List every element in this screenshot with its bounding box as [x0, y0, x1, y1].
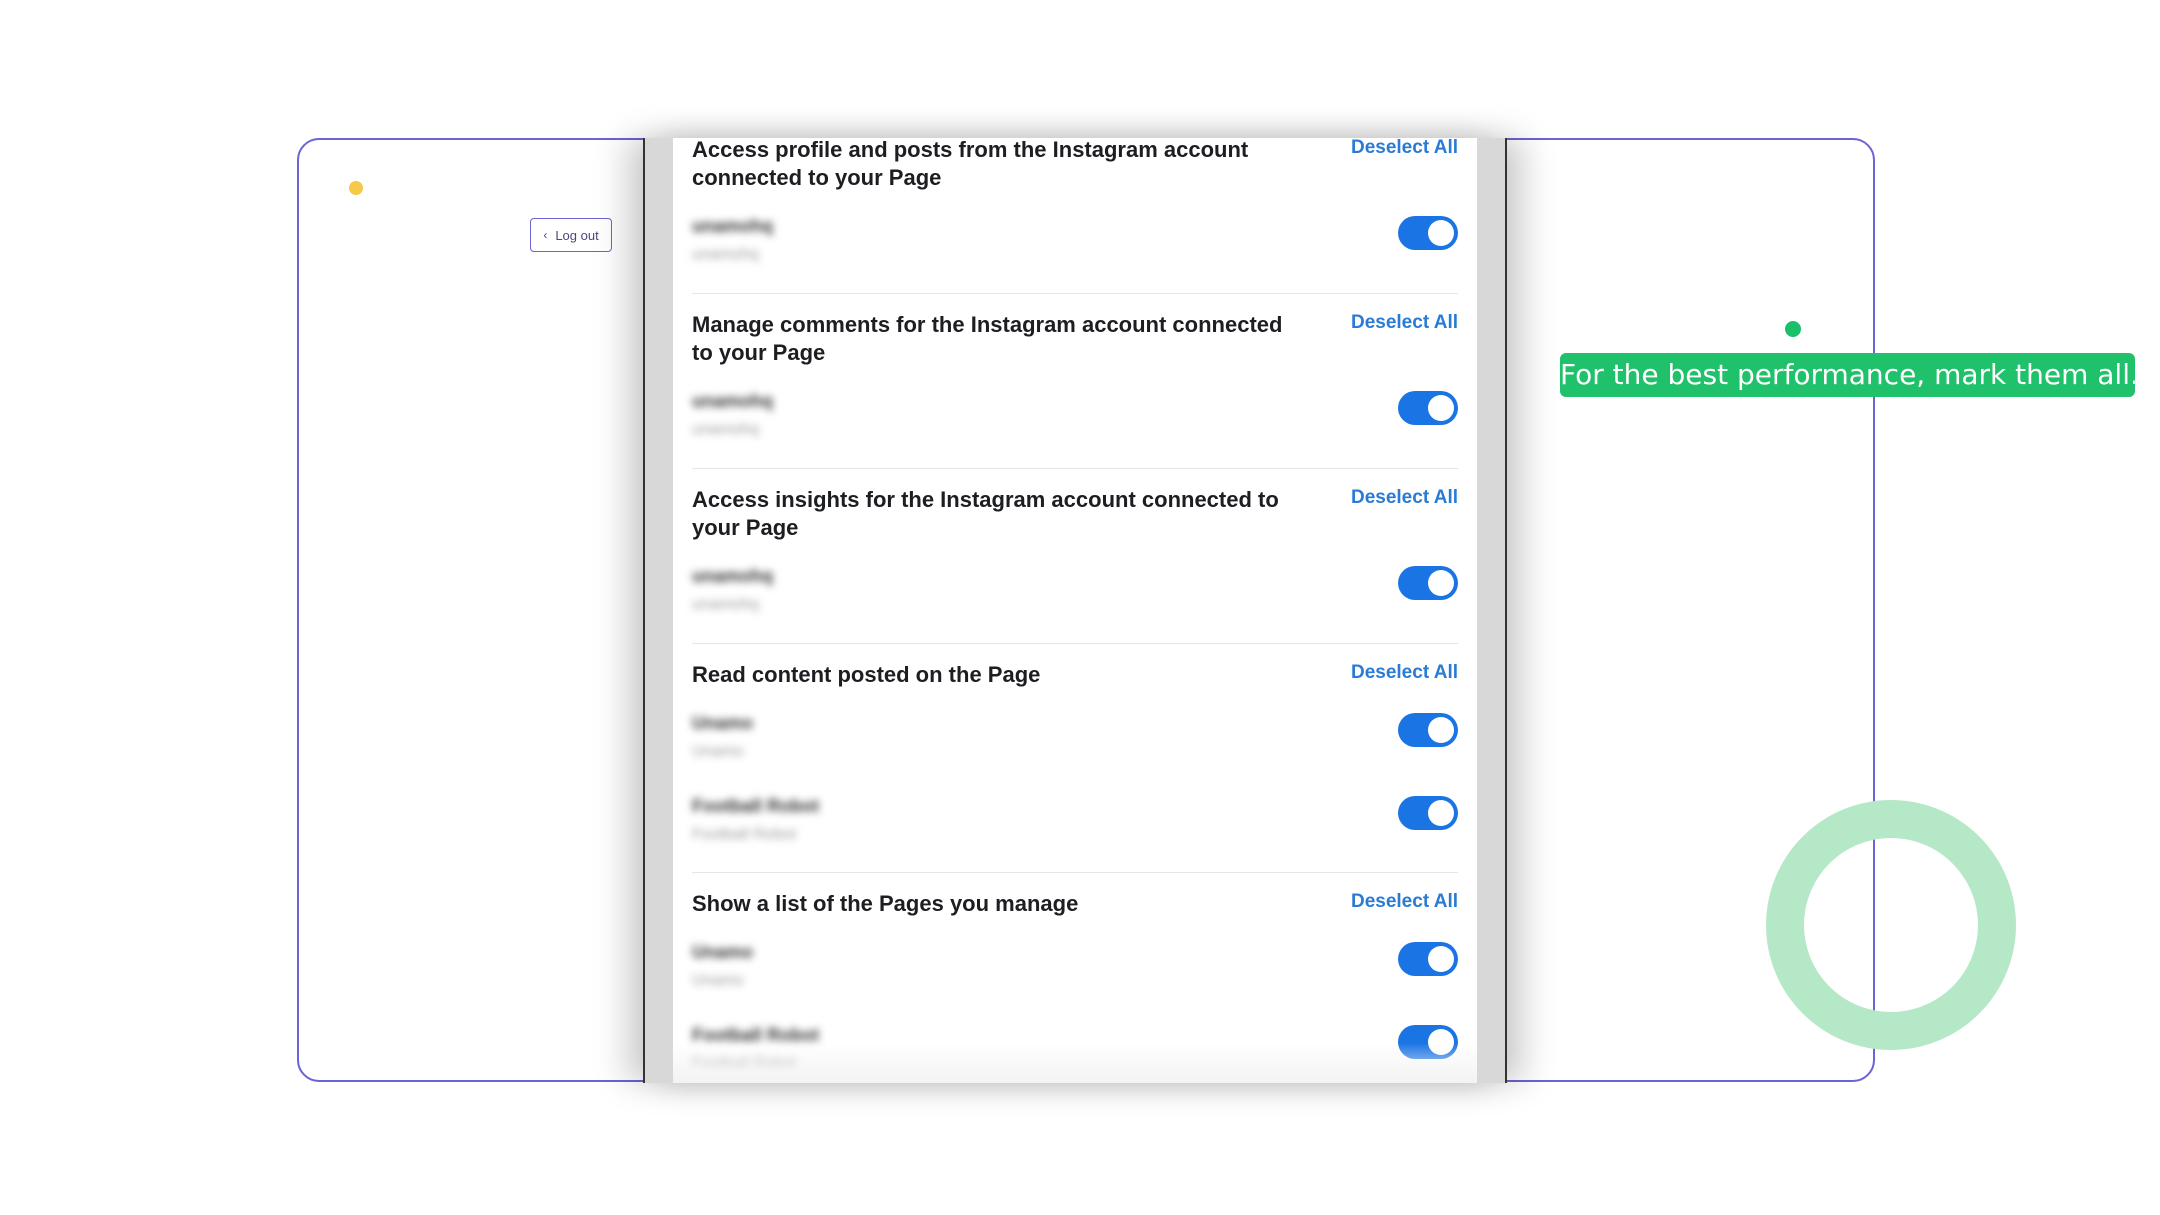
permission-item: unamohq unamohq	[692, 566, 1458, 626]
deselect-all-button[interactable]: Deselect All	[1351, 138, 1458, 160]
divider	[692, 468, 1458, 469]
toggle-knob	[1428, 570, 1454, 596]
item-subtitle: unamohq	[692, 246, 759, 263]
item-name: Unamo	[692, 713, 754, 733]
toggle-knob	[1428, 1029, 1454, 1055]
section-title: Show a list of the Pages you manage	[692, 891, 1079, 916]
yellow-dot-decoration	[349, 181, 363, 195]
toggle-knob	[1428, 220, 1454, 246]
permission-item: unamohq unamohq	[692, 216, 1458, 276]
item-name: Unamo	[692, 942, 754, 962]
toggle-knob	[1428, 800, 1454, 826]
permission-toggle[interactable]	[1398, 216, 1458, 250]
item-subtitle: Unamo	[692, 743, 744, 760]
divider	[692, 293, 1458, 294]
item-subtitle: Unamo	[692, 972, 744, 989]
chevron-left-icon: ‹	[543, 228, 548, 242]
green-dot-decoration	[1785, 321, 1801, 337]
deselect-all-button[interactable]: Deselect All	[1351, 486, 1458, 510]
toggle-knob	[1428, 946, 1454, 972]
section-title: Access insights for the Instagram accoun…	[692, 487, 1279, 540]
permission-item: Football Robot Football Robot	[692, 1025, 1458, 1083]
toggle-knob	[1428, 717, 1454, 743]
permission-toggle[interactable]	[1398, 796, 1458, 830]
section-title: Read content posted on the Page	[692, 662, 1041, 687]
tip-callout: For the best performance, mark them all.	[1560, 353, 2139, 397]
deselect-all-button[interactable]: Deselect All	[1351, 311, 1458, 335]
item-name: Football Robot	[692, 796, 819, 816]
logout-button[interactable]: ‹ Log out	[530, 218, 612, 252]
item-subtitle: unamohq	[692, 421, 759, 438]
permission-toggle[interactable]	[1398, 713, 1458, 747]
permission-item: unamohq unamohq	[692, 391, 1458, 451]
permission-item: Football Robot Football Robot	[692, 796, 1458, 856]
permission-toggle[interactable]	[1398, 1025, 1458, 1059]
item-name: unamohq	[692, 216, 773, 236]
item-name: Football Robot	[692, 1025, 819, 1045]
permission-item: Unamo Unamo	[692, 713, 1458, 773]
logout-label: Log out	[555, 227, 599, 243]
section-title: Manage comments for the Instagram accoun…	[692, 312, 1283, 365]
divider	[692, 643, 1458, 644]
deselect-all-button[interactable]: Deselect All	[1351, 890, 1458, 914]
item-name: unamohq	[692, 391, 773, 411]
permissions-dialog: Access profile and posts from the Instag…	[643, 138, 1507, 1083]
toggle-knob	[1428, 395, 1454, 421]
section-title: Access profile and posts from the Instag…	[692, 138, 1249, 190]
permission-toggle[interactable]	[1398, 391, 1458, 425]
permissions-list: Access profile and posts from the Instag…	[673, 138, 1477, 1083]
item-subtitle: Football Robot	[692, 826, 797, 843]
item-subtitle: Football Robot	[692, 1055, 797, 1072]
item-name: unamohq	[692, 566, 773, 586]
divider	[692, 872, 1458, 873]
permission-toggle[interactable]	[1398, 942, 1458, 976]
permission-toggle[interactable]	[1398, 566, 1458, 600]
item-subtitle: unamohq	[692, 596, 759, 613]
permission-item: Unamo Unamo	[692, 942, 1458, 1002]
green-ring-decoration	[1766, 800, 2016, 1050]
deselect-all-button[interactable]: Deselect All	[1351, 661, 1458, 685]
